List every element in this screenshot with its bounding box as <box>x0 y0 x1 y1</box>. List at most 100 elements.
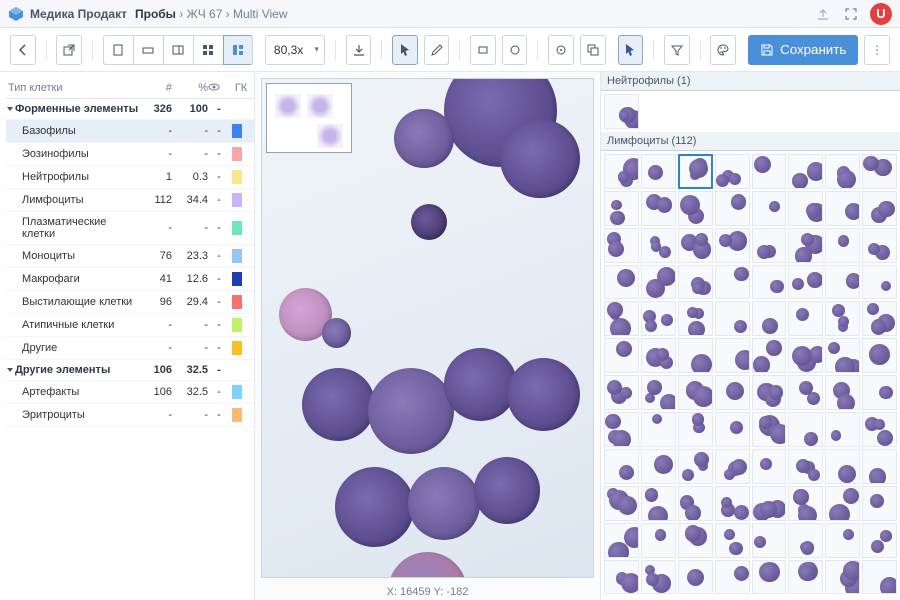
gallery-item[interactable] <box>678 375 713 410</box>
gallery-item[interactable] <box>641 412 676 447</box>
palette-button[interactable] <box>710 35 736 65</box>
view-wide-button[interactable] <box>133 35 163 65</box>
table-row[interactable]: Нейтрофилы10.3- <box>6 166 254 189</box>
gallery-section-header[interactable]: Лимфоциты (112) <box>601 132 900 151</box>
gallery-item[interactable] <box>788 265 823 300</box>
gallery-item[interactable] <box>604 449 639 484</box>
gallery-item[interactable] <box>862 228 897 263</box>
gallery-item[interactable] <box>641 338 676 373</box>
gallery-item[interactable] <box>715 338 750 373</box>
gallery-item[interactable] <box>752 338 787 373</box>
gallery-item[interactable] <box>678 560 713 595</box>
slide-canvas[interactable] <box>261 78 594 578</box>
gallery-item[interactable] <box>752 523 787 558</box>
gallery-item[interactable] <box>788 560 823 595</box>
table-row[interactable]: Лимфоциты11234.4- <box>6 189 254 212</box>
gallery-item[interactable] <box>715 412 750 447</box>
gallery-item[interactable] <box>862 560 897 595</box>
gallery-item[interactable] <box>715 560 750 595</box>
gallery-item[interactable] <box>604 338 639 373</box>
gallery-item[interactable] <box>788 449 823 484</box>
table-row[interactable]: Выстилающие клетки9629.4- <box>6 291 254 314</box>
gallery-item[interactable] <box>604 560 639 595</box>
user-avatar[interactable]: U <box>870 3 892 25</box>
download-button[interactable] <box>346 35 372 65</box>
table-row[interactable]: Плазматические клетки--- <box>6 212 254 245</box>
gallery-item[interactable] <box>604 375 639 410</box>
gallery-item[interactable] <box>788 523 823 558</box>
breadcrumb[interactable]: Пробы › ЖЧ 67 › Multi View <box>135 7 288 21</box>
gallery-item[interactable] <box>752 265 787 300</box>
target-tool[interactable] <box>548 35 574 65</box>
gallery-item[interactable] <box>752 560 787 595</box>
gallery-item[interactable] <box>862 449 897 484</box>
gallery-item[interactable] <box>862 486 897 521</box>
rect-tool[interactable] <box>470 35 496 65</box>
gallery-item[interactable] <box>788 486 823 521</box>
table-row[interactable]: Базофилы--- <box>6 120 254 143</box>
gallery-item[interactable] <box>715 375 750 410</box>
gallery-item[interactable] <box>715 154 750 189</box>
gallery-item[interactable] <box>825 154 860 189</box>
gallery-item[interactable] <box>825 301 860 336</box>
gallery-item[interactable] <box>641 191 676 226</box>
filter-button[interactable] <box>664 35 690 65</box>
gallery-item[interactable] <box>715 265 750 300</box>
back-button[interactable] <box>10 35 36 65</box>
circle-tool[interactable] <box>502 35 528 65</box>
zoom-select[interactable]: 80,3x <box>265 35 325 65</box>
table-row[interactable]: Эритроциты--- <box>6 404 254 427</box>
gallery-item[interactable] <box>604 228 639 263</box>
gallery-item[interactable] <box>825 449 860 484</box>
gallery-item[interactable] <box>604 154 639 189</box>
gallery-section-header[interactable]: Нейтрофилы (1) <box>601 72 900 91</box>
gallery-item[interactable] <box>641 154 676 189</box>
gallery-item[interactable] <box>604 191 639 226</box>
table-row[interactable]: Моноциты7623.3- <box>6 245 254 268</box>
table-row[interactable]: Эозинофилы--- <box>6 143 254 166</box>
gallery-item[interactable] <box>862 301 897 336</box>
gallery-item[interactable] <box>752 375 787 410</box>
gallery-item[interactable] <box>788 191 823 226</box>
gallery-item[interactable] <box>788 412 823 447</box>
view-multi-button[interactable] <box>223 35 253 65</box>
table-row[interactable]: Макрофаги4112.6- <box>6 268 254 291</box>
gallery-item[interactable] <box>715 486 750 521</box>
table-group[interactable]: Другие элементы10632.5- <box>6 360 254 381</box>
gallery-item[interactable] <box>678 191 713 226</box>
open-external-button[interactable] <box>56 35 82 65</box>
gallery-item[interactable] <box>678 412 713 447</box>
gallery-item[interactable] <box>752 486 787 521</box>
gallery-item[interactable] <box>825 375 860 410</box>
gallery-item[interactable] <box>678 228 713 263</box>
gallery-item[interactable] <box>752 449 787 484</box>
gallery-item[interactable] <box>788 375 823 410</box>
gallery-item[interactable] <box>825 265 860 300</box>
save-button[interactable]: Сохранить <box>748 35 858 65</box>
gallery-item[interactable] <box>862 338 897 373</box>
gallery-item[interactable] <box>678 338 713 373</box>
gallery-item[interactable] <box>604 486 639 521</box>
gallery-item[interactable] <box>641 449 676 484</box>
gallery-item[interactable] <box>678 154 713 189</box>
gallery-item[interactable] <box>678 486 713 521</box>
gallery-item[interactable] <box>862 523 897 558</box>
gallery-item[interactable] <box>678 449 713 484</box>
gallery-item[interactable] <box>715 191 750 226</box>
gallery-item[interactable] <box>825 228 860 263</box>
gallery-item[interactable] <box>862 154 897 189</box>
gallery-item[interactable] <box>604 265 639 300</box>
table-row[interactable]: Атипичные клетки--- <box>6 314 254 337</box>
gallery-item[interactable] <box>715 523 750 558</box>
view-split-button[interactable] <box>163 35 193 65</box>
gallery-item[interactable] <box>862 412 897 447</box>
gallery-item[interactable] <box>641 560 676 595</box>
gallery-item[interactable] <box>862 191 897 226</box>
gallery-item[interactable] <box>715 228 750 263</box>
gallery-item[interactable] <box>641 265 676 300</box>
minimap[interactable] <box>266 83 352 153</box>
gallery-item[interactable] <box>825 486 860 521</box>
gallery-item[interactable] <box>862 375 897 410</box>
gallery-item[interactable] <box>752 191 787 226</box>
table-group[interactable]: Форменные элементы326100- <box>6 99 254 120</box>
